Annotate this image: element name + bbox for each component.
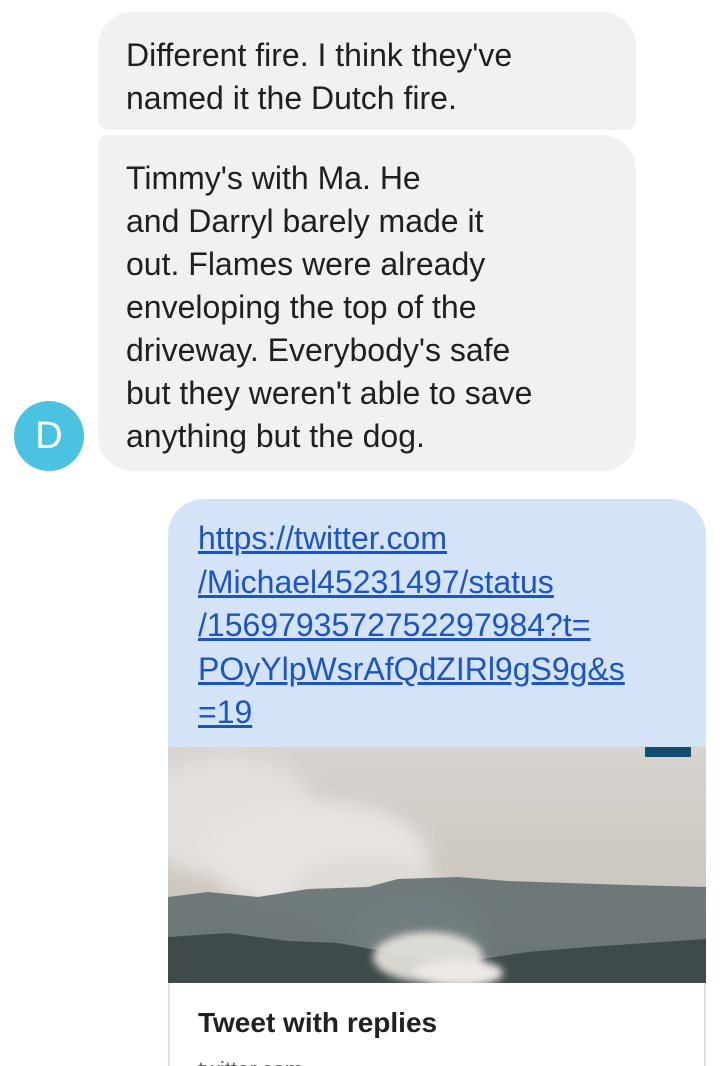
link-preview-card[interactable]: Tweet with replies twitter.com xyxy=(168,983,706,1066)
preview-title: Tweet with replies xyxy=(198,1007,438,1038)
preview-domain: twitter.com xyxy=(198,1057,303,1066)
outgoing-message[interactable]: https://twitter.com /Michael45231497/sta… xyxy=(168,499,706,1066)
incoming-message[interactable]: Timmy's with Ma. He and Darryl barely ma… xyxy=(98,135,636,471)
incoming-message[interactable]: Different fire. I think they've named it… xyxy=(98,12,636,130)
sender-avatar[interactable]: D xyxy=(14,401,84,471)
conversation-view: Different fire. I think they've named it… xyxy=(0,0,720,1066)
link-preview-image[interactable] xyxy=(168,747,706,983)
wildfire-smoke-image xyxy=(168,747,706,983)
tweet-link[interactable]: https://twitter.com /Michael45231497/sta… xyxy=(198,517,688,735)
